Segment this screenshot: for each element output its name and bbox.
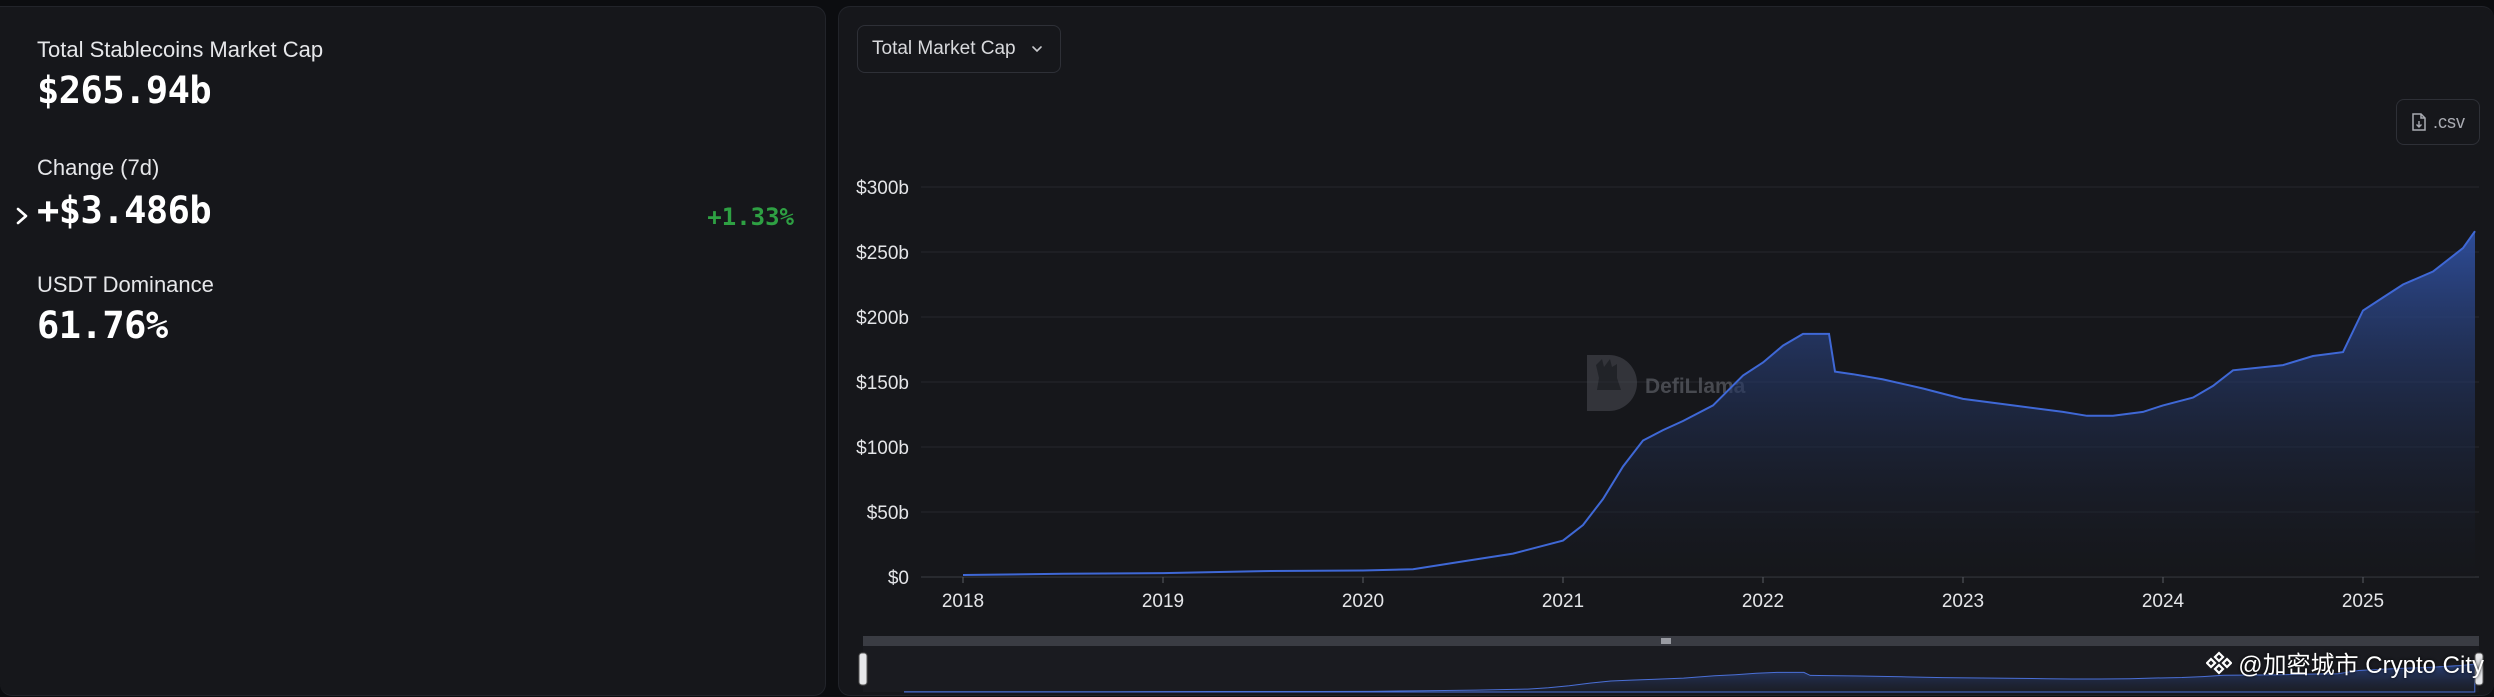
stats-panel: Total Stablecoins Market Cap $265.94b Ch… [0, 6, 826, 696]
x-axis: 2018 2019 2020 2021 2022 2023 2024 2025 [942, 577, 2384, 612]
change-value: +$3.486b [37, 189, 212, 232]
x-tick-label: 2024 [2142, 591, 2185, 612]
y-tick-label: $0 [888, 568, 909, 589]
brush-grip-icon[interactable] [1661, 638, 1671, 644]
y-tick-label: $100b [856, 438, 909, 459]
chart-panel: Total Market Cap .csv $0 $50b $100b $150b $2… [838, 6, 2494, 696]
y-tick-label: $300b [856, 178, 909, 199]
watermark: @加密城市 Crypto City [2206, 645, 2484, 680]
x-tick-label: 2022 [1742, 591, 1784, 612]
x-tick-label: 2018 [942, 591, 984, 612]
x-tick-label: 2025 [2342, 591, 2384, 612]
market-cap-chart[interactable]: $0 $50b $100b $150b $200b $250b $300b 2018 2019… [839, 7, 2494, 697]
series-area [963, 231, 2475, 577]
y-tick-label: $200b [856, 308, 909, 329]
dominance-label: USDT Dominance [37, 272, 214, 297]
watermark-text: @加密城市 Crypto City [2238, 652, 2484, 679]
market-cap-label: Total Stablecoins Market Cap [37, 37, 324, 62]
change-percent: +1.33% [707, 203, 794, 231]
chevron-right-icon[interactable] [12, 201, 32, 231]
x-tick-label: 2023 [1942, 591, 1984, 612]
y-axis: $0 $50b $100b $150b $200b $250b $300b [856, 178, 909, 589]
dominance-value: 61.76% [37, 304, 168, 347]
market-cap-value: $265.94b [37, 69, 212, 112]
y-tick-label: $150b [856, 373, 909, 394]
y-tick-label: $250b [856, 243, 909, 264]
x-tick-label: 2019 [1142, 591, 1184, 612]
binance-logo-icon [2206, 650, 2233, 675]
change-label: Change (7d) [37, 155, 160, 180]
y-tick-label: $50b [867, 503, 909, 524]
x-tick-label: 2021 [1542, 591, 1584, 612]
x-tick-label: 2020 [1342, 591, 1384, 612]
brush-handle-left[interactable] [858, 652, 868, 686]
